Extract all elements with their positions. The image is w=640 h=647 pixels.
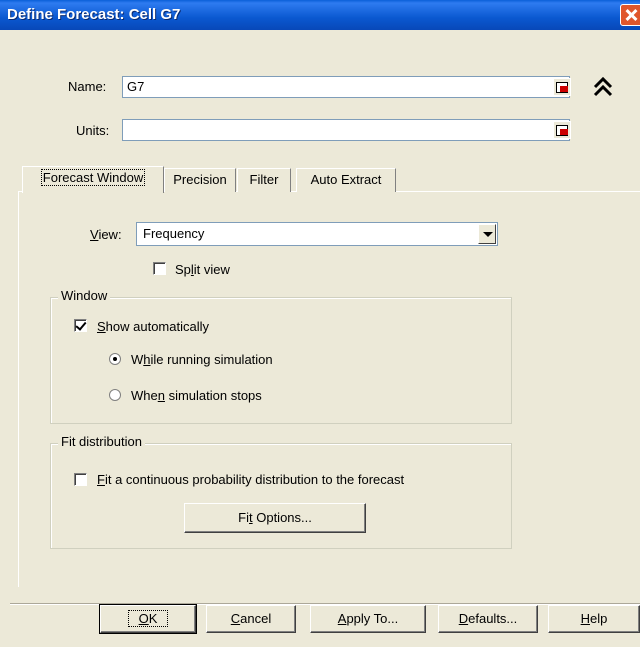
tab-auto-extract[interactable]: Auto Extract bbox=[296, 168, 396, 192]
fit-distribution-legend: Fit distribution bbox=[58, 434, 145, 449]
name-label: Name: bbox=[68, 79, 107, 94]
fit-distribution-checkbox[interactable] bbox=[74, 473, 87, 486]
help-button[interactable]: Help bbox=[548, 605, 640, 633]
when-stops-label: When simulation stops bbox=[131, 388, 262, 403]
ok-button[interactable]: OK bbox=[99, 604, 197, 634]
fit-distribution-group bbox=[50, 443, 512, 549]
window-title: Define Forecast: Cell G7 bbox=[7, 6, 181, 23]
tab-precision[interactable]: Precision bbox=[164, 168, 236, 192]
split-view-checkbox[interactable] bbox=[153, 262, 166, 275]
show-automatically-label: Show automatically bbox=[97, 319, 209, 334]
fit-options-button[interactable]: Fit Options... bbox=[184, 503, 366, 533]
title-bar: Define Forecast: Cell G7 bbox=[0, 0, 640, 30]
view-label: View: bbox=[90, 227, 122, 242]
show-automatically-checkbox[interactable] bbox=[74, 319, 87, 332]
units-field[interactable] bbox=[122, 119, 570, 141]
cell-select-icon[interactable] bbox=[553, 121, 571, 139]
cell-select-icon[interactable] bbox=[553, 78, 571, 96]
name-field[interactable]: G7 bbox=[122, 76, 570, 98]
collapse-up-icon[interactable] bbox=[592, 74, 614, 98]
view-select[interactable]: Frequency bbox=[136, 222, 498, 246]
close-icon[interactable] bbox=[620, 4, 640, 26]
cancel-button[interactable]: Cancel bbox=[206, 605, 296, 633]
split-view-label: Split view bbox=[175, 262, 230, 277]
chevron-down-icon[interactable] bbox=[478, 224, 496, 244]
fit-distribution-label: Fit a continuous probability distributio… bbox=[97, 472, 405, 487]
when-stops-radio[interactable] bbox=[109, 389, 121, 401]
view-selected-value: Frequency bbox=[143, 226, 205, 241]
while-running-radio[interactable] bbox=[109, 353, 121, 365]
tab-filter[interactable]: Filter bbox=[237, 168, 291, 192]
defaults-button[interactable]: Defaults... bbox=[438, 605, 538, 633]
units-label: Units: bbox=[76, 123, 110, 138]
while-running-label: While running simulation bbox=[131, 352, 273, 367]
tab-forecast-window[interactable]: Forecast Window bbox=[22, 166, 164, 193]
window-group-legend: Window bbox=[58, 288, 111, 303]
apply-to-button[interactable]: Apply To... bbox=[310, 605, 426, 633]
